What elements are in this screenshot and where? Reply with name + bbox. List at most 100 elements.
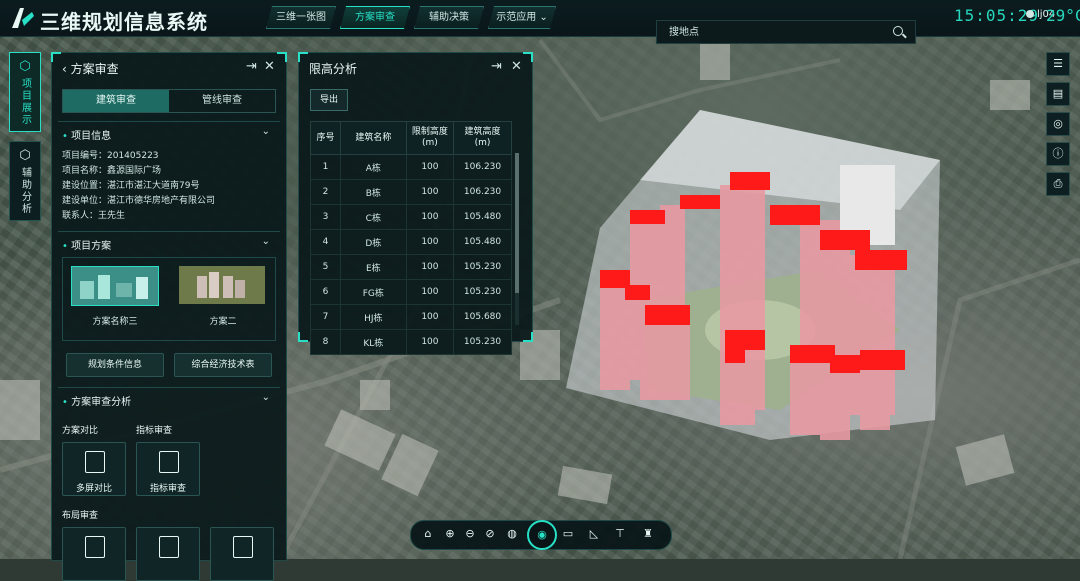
table-row[interactable]: 8 KL栋 100 105.230 [310, 329, 512, 355]
home-icon[interactable]: ⌂ [421, 527, 435, 541]
scheme-thumbnail-1[interactable] [71, 266, 159, 306]
cell-limit-height: 100 [405, 329, 455, 355]
col-building-height: 建筑高度 (m) [453, 121, 512, 155]
layout-tool-2-button[interactable] [136, 527, 200, 581]
project-name: 项目名称：鑫源国际广场 [62, 166, 162, 176]
close-icon[interactable]: ✕ [264, 59, 275, 74]
cell-building-height: 105.680 [453, 304, 512, 330]
cell-building-height: 105.480 [453, 204, 512, 230]
scheme-gallery: 方案名称三 方案二 [62, 257, 276, 341]
height-limit-panel: 限高分析 ⇥ ✕ 导出 序号 建筑名称 限制高度 (m) 建筑高度 (m) 1A… [298, 52, 533, 355]
building-icon [85, 536, 105, 558]
zoom-in-icon[interactable]: ⊕ [443, 527, 457, 541]
bottom-toolbar: ⌂ ⊕ ⊖ ⊘ ◍ ◉ ▭ ◺ ⊤ ♜ [410, 520, 672, 550]
print-icon[interactable]: ⎙ [1046, 172, 1070, 196]
area-icon[interactable]: ◺ [587, 527, 601, 541]
building-icon[interactable]: ♜ [641, 527, 655, 541]
section-scheme-analysis[interactable]: 方案审查分析 [62, 393, 131, 408]
col-limit-height: 限制高度 (m) [405, 121, 455, 155]
cell-building-name: HJ栋 [339, 304, 407, 330]
cell-limit-height: 100 [405, 304, 455, 330]
table-row[interactable]: 5 E栋 100 105.230 [310, 254, 512, 280]
tab-decision-support[interactable]: 辅助决策 [414, 6, 484, 29]
compass-icon[interactable]: ◎ [1046, 112, 1070, 136]
layers-icon[interactable]: ☰ [1046, 52, 1070, 76]
cell-index: 7 [310, 304, 341, 330]
scheme-name-1: 方案名称三 [92, 317, 138, 327]
panel-title: 限高分析 [309, 62, 358, 76]
scheme-review-panel: ‹ 方案审查 ⇥ ✕ 建筑审查 管线审查 项目信息 ⌄ 项目编号：2014052… [51, 52, 287, 581]
tab-demo-application[interactable]: 示范应用 ⌄ [488, 6, 556, 29]
side-tab-project-display[interactable]: ⬡ 项目展示 [9, 52, 41, 132]
cell-building-height: 106.230 [453, 179, 512, 205]
ruler-icon[interactable]: ▭ [561, 527, 575, 541]
cell-limit-height: 100 [405, 154, 455, 180]
zoom-out-icon[interactable]: ⊖ [463, 527, 477, 541]
multi-screen-compare-button[interactable]: 多屏对比 [62, 442, 126, 496]
cell-index: 8 [310, 329, 341, 355]
section-project-info[interactable]: 项目信息 [62, 127, 111, 142]
col-index: 序号 [310, 121, 341, 155]
eye-icon[interactable]: ◉ [527, 520, 557, 550]
cell-limit-height: 100 [405, 279, 455, 305]
tab-3d-map[interactable]: 三维一张图 [266, 6, 336, 29]
chevron-down-icon[interactable]: ⌄ [262, 392, 270, 403]
search-input[interactable] [657, 21, 891, 43]
tab-pipeline-review[interactable]: 管线审查 [169, 90, 275, 112]
collapse-icon[interactable]: ⇥ [246, 59, 257, 74]
cell-building-name: FG栋 [339, 279, 407, 305]
indicator-review-label: 指标审查 [136, 426, 173, 436]
cell-building-height: 105.230 [453, 254, 512, 280]
table-row[interactable]: 1 A栋 100 106.230 [310, 154, 512, 180]
tab-scheme-review[interactable]: 方案审查 [340, 6, 410, 29]
top-bar: 三维规划信息系统 三维一张图 方案审查 辅助决策 示范应用 ⌄ 15:05:29… [0, 0, 1080, 37]
planning-conditions-button[interactable]: 规划条件信息 [66, 353, 164, 377]
table-row[interactable]: 2 B栋 100 106.230 [310, 179, 512, 205]
cell-building-name: A栋 [339, 154, 407, 180]
cell-building-name: C栋 [339, 204, 407, 230]
cell-building-name: D栋 [339, 229, 407, 255]
scheme-thumbnail-2[interactable] [179, 266, 265, 304]
review-tabs: 建筑审查 管线审查 [62, 89, 276, 113]
cell-limit-height: 100 [405, 254, 455, 280]
indicator-review-button[interactable]: 指标审查 [136, 442, 200, 496]
layout-tool-3-button[interactable] [210, 527, 274, 581]
table-scrollbar[interactable] [515, 153, 519, 325]
cell-index: 5 [310, 254, 341, 280]
side-tab-assist-analysis[interactable]: ⬡ 辅助分析 [9, 141, 41, 221]
cell-building-height: 106.230 [453, 154, 512, 180]
document-icon [85, 451, 105, 473]
close-icon[interactable]: ✕ [511, 59, 522, 74]
back-icon[interactable]: ‹ [62, 62, 67, 76]
layout-tool-1-button[interactable] [62, 527, 126, 581]
table-row[interactable]: 3 C栋 100 105.480 [310, 204, 512, 230]
chevron-down-icon[interactable]: ⌄ [262, 126, 270, 137]
chevron-down-icon[interactable]: ⌄ [262, 236, 270, 247]
cell-index: 3 [310, 204, 341, 230]
cell-limit-height: 100 [405, 179, 455, 205]
table-row[interactable]: 7 HJ栋 100 105.680 [310, 304, 512, 330]
cell-building-name: B栋 [339, 179, 407, 205]
search-bar [656, 20, 916, 44]
ban-icon[interactable]: ⊘ [483, 527, 497, 541]
section-project-scheme[interactable]: 项目方案 [62, 237, 111, 252]
tab-building-review[interactable]: 建筑审查 [63, 90, 169, 112]
collapse-icon[interactable]: ⇥ [491, 59, 502, 74]
height-measure-icon[interactable]: ⊤ [613, 527, 627, 541]
save-icon[interactable]: ▤ [1046, 82, 1070, 106]
export-button[interactable]: 导出 [310, 89, 348, 111]
scroll-thumb[interactable] [515, 153, 519, 293]
panel-title: ‹ 方案审查 [62, 62, 119, 76]
cell-limit-height: 100 [405, 204, 455, 230]
cell-building-name: KL栋 [339, 329, 407, 355]
table-row[interactable]: 6 FG栋 100 105.230 [310, 279, 512, 305]
app-logo-icon [12, 8, 34, 28]
globe-icon[interactable]: ◍ [505, 527, 519, 541]
building-icon [233, 536, 253, 558]
table-row[interactable]: 4 D栋 100 105.480 [310, 229, 512, 255]
info-icon[interactable]: ⓘ [1046, 142, 1070, 166]
search-icon[interactable] [893, 26, 903, 36]
project-location: 建设位置：湛江市湛江大道南79号 [62, 181, 200, 191]
economic-indicators-button[interactable]: 综合经济技术表 [174, 353, 272, 377]
chart-icon [159, 451, 179, 473]
